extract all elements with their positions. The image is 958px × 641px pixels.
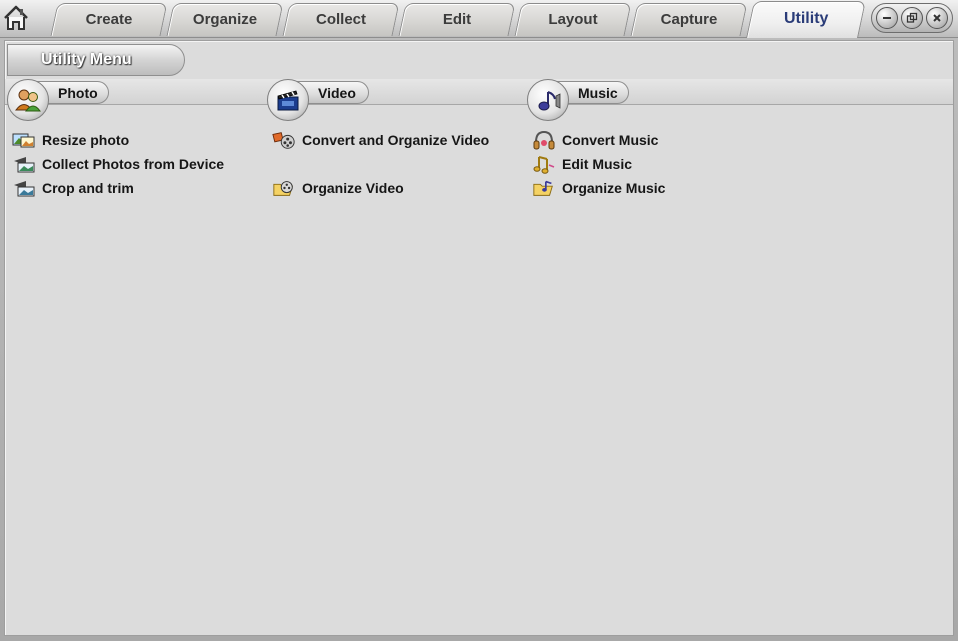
window-controls — [871, 3, 953, 33]
convert-and-organize-video-label: Convert and Organize Video — [302, 132, 490, 148]
tab-collect-label: Collect — [315, 11, 366, 28]
tab-utility-label: Utility — [783, 10, 829, 27]
utility-panel: Utility Menu Photo Video Music Resize ph… — [4, 40, 954, 636]
tab-create-label: Create — [85, 11, 133, 28]
minimize-icon — [883, 17, 892, 19]
crop-and-trim-label: Crop and trim — [42, 180, 134, 196]
crop-and-trim-button[interactable]: Crop and trim — [12, 177, 134, 199]
music-folder-icon — [532, 178, 556, 198]
camera-transfer-icon — [12, 154, 36, 174]
tab-layout[interactable]: Layout — [514, 3, 632, 36]
home-icon — [4, 5, 28, 30]
tab-create[interactable]: Create — [50, 3, 168, 36]
tab-capture[interactable]: Capture — [630, 3, 748, 36]
convert-music-button[interactable]: Convert Music — [532, 129, 658, 151]
organize-music-label: Organize Music — [562, 180, 666, 196]
organize-music-button[interactable]: Organize Music — [532, 177, 665, 199]
category-music-label: Music — [578, 85, 618, 101]
film-folder-icon — [272, 178, 296, 198]
headphones-icon — [532, 130, 556, 150]
organize-video-button[interactable]: Organize Video — [272, 177, 404, 199]
organize-video-label: Organize Video — [302, 180, 404, 196]
restore-button[interactable] — [900, 7, 923, 29]
minimize-button[interactable] — [876, 7, 899, 29]
home-button[interactable] — [1, 2, 31, 34]
speaker-note-icon — [538, 91, 561, 111]
restore-icon — [906, 12, 918, 23]
category-photo-bubble — [7, 79, 49, 121]
tab-edit-label: Edit — [442, 11, 472, 28]
category-header-band — [5, 79, 953, 105]
tab-edit[interactable]: Edit — [398, 3, 516, 36]
tab-bar: Create Organize Collect Edit Layout Capt… — [0, 0, 958, 38]
tab-organize-label: Organize — [192, 11, 258, 28]
convert-and-organize-video-button[interactable]: Convert and Organize Video — [272, 129, 489, 151]
edit-music-label: Edit Music — [562, 156, 633, 172]
crop-icon — [12, 178, 36, 198]
tab-layout-label: Layout — [548, 11, 598, 28]
resize-photo-label: Resize photo — [42, 132, 130, 148]
convert-music-label: Convert Music — [562, 132, 659, 148]
people-icon — [15, 89, 41, 112]
close-icon — [932, 14, 941, 22]
collect-photos-from-device-label: Collect Photos from Device — [42, 156, 225, 172]
collect-photos-from-device-button[interactable]: Collect Photos from Device — [12, 153, 224, 175]
resize-photo-button[interactable]: Resize photo — [12, 129, 129, 151]
category-video-label: Video — [318, 85, 356, 101]
menu-title-bar: Utility Menu — [7, 44, 185, 76]
app-window: Create Organize Collect Edit Layout Capt… — [0, 0, 958, 641]
resize-photo-icon — [12, 130, 36, 150]
category-music-bubble — [527, 79, 569, 121]
tab-organize[interactable]: Organize — [166, 3, 284, 36]
tab-capture-label: Capture — [660, 11, 718, 28]
music-notes-icon — [532, 154, 556, 174]
category-video-bubble — [267, 79, 309, 121]
edit-music-button[interactable]: Edit Music — [532, 153, 632, 175]
tab-collect[interactable]: Collect — [282, 3, 400, 36]
menu-title: Utility Menu — [41, 51, 132, 68]
film-reel-convert-icon — [272, 130, 296, 150]
category-photo-label: Photo — [58, 85, 98, 101]
close-button[interactable] — [925, 7, 948, 29]
tab-utility[interactable]: Utility — [746, 1, 866, 38]
clapperboard-icon — [277, 90, 299, 111]
